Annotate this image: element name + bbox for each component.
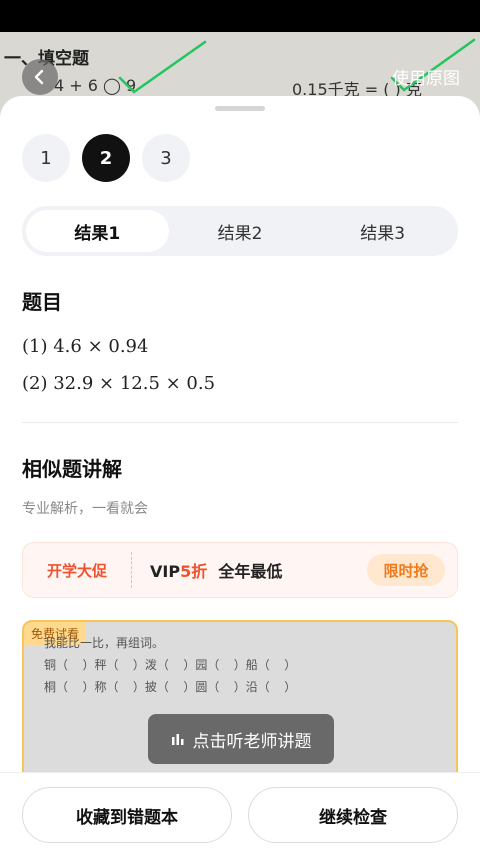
- audio-bars-icon: [171, 734, 183, 745]
- tab-result-3[interactable]: 结果3: [311, 210, 454, 252]
- save-to-mistakes-button[interactable]: 收藏到错题本: [22, 787, 232, 843]
- question-line-1: (1) 4.6 × 0.94: [22, 336, 149, 357]
- status-bar: [0, 0, 480, 32]
- promo-sale-label: 开学大促: [46, 561, 107, 580]
- handwriting-line-2: 铜（ ）秤（ ）泼（ ）园（ ）船（ ）: [44, 658, 297, 672]
- bottom-bar: 收藏到错题本 继续检查: [0, 772, 480, 853]
- listen-teacher-button[interactable]: 点击听老师讲题: [148, 714, 334, 764]
- page-tabs: 1 2 3: [22, 134, 190, 182]
- promo-text: VIP5折 全年最低: [132, 558, 367, 582]
- use-original-button[interactable]: 使用原图: [392, 64, 460, 89]
- question-title: 题目: [22, 290, 62, 314]
- result-tabs: 结果1 结果2 结果3: [22, 206, 458, 256]
- vip-prefix: VIP: [150, 562, 181, 581]
- similar-subtitle: 专业解析，一看就会: [22, 501, 148, 517]
- drag-handle[interactable]: [215, 106, 265, 111]
- back-button[interactable]: [22, 59, 58, 95]
- limited-offer-button[interactable]: 限时抢: [367, 554, 445, 586]
- vip-discount: 5折: [180, 562, 208, 581]
- tab-result-2[interactable]: 结果2: [169, 210, 312, 252]
- vip-promo-banner[interactable]: 开学大促 VIP5折 全年最低 限时抢: [22, 542, 458, 598]
- continue-check-button[interactable]: 继续检查: [248, 787, 458, 843]
- similar-title: 相似题讲解: [22, 457, 122, 481]
- page-tab-2[interactable]: 2: [82, 134, 130, 182]
- handwriting-line-1: 我能比一比，再组词。: [44, 636, 165, 650]
- tab-result-1[interactable]: 结果1: [26, 210, 169, 252]
- chevron-left-icon: [34, 69, 44, 85]
- handwriting-line-3: 桐（ ）称（ ）披（ ）圆（ ）沿（ ）: [44, 680, 297, 694]
- divider: [22, 422, 458, 423]
- page-tab-1[interactable]: 1: [22, 134, 70, 182]
- listen-label: 点击听老师讲题: [192, 731, 312, 752]
- question-line-2: (2) 32.9 × 12.5 × 0.5: [22, 373, 216, 394]
- vip-suffix: 全年最低: [218, 562, 283, 581]
- page-tab-3[interactable]: 3: [142, 134, 190, 182]
- result-sheet: 1 2 3 结果1 结果2 结果3 题目 (1) 4.6 × 0.94 (2) …: [0, 96, 480, 853]
